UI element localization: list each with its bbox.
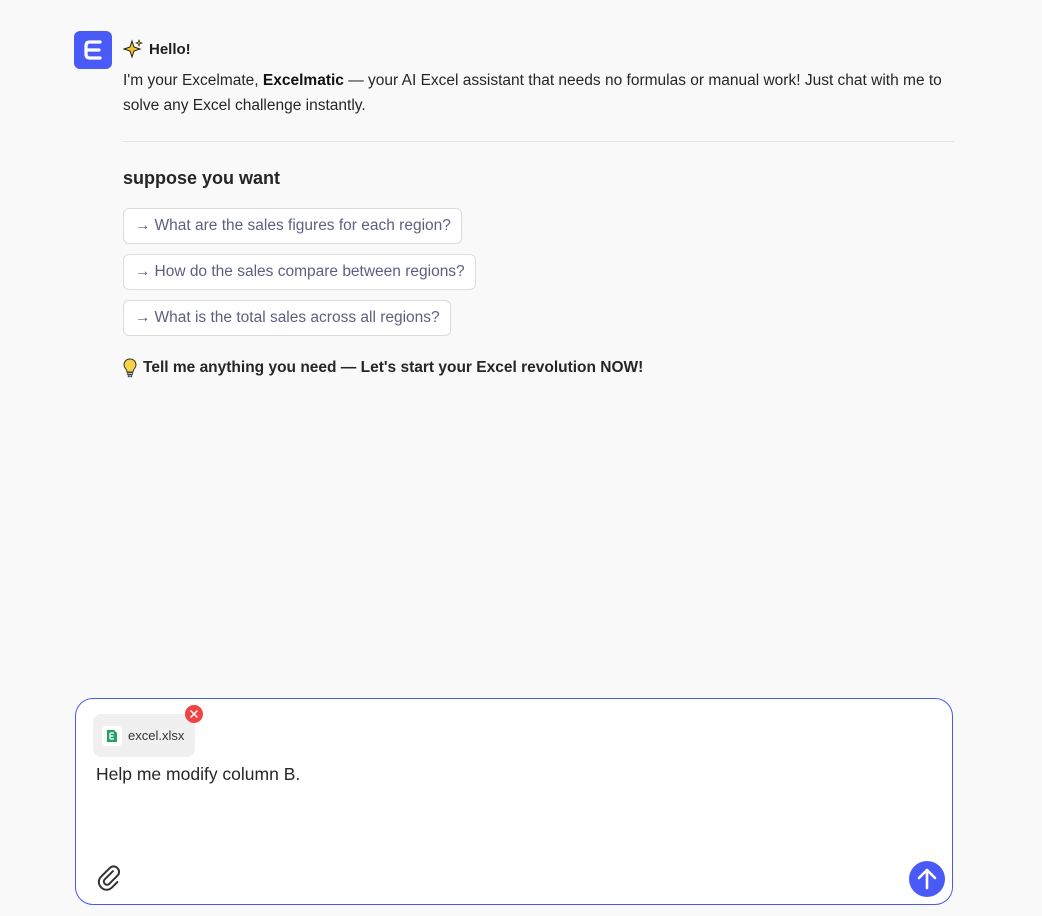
file-name: excel.xlsx [128, 728, 185, 743]
excelmatic-logo [74, 31, 112, 69]
arrow-up-icon [917, 868, 937, 890]
suggestion-chip[interactable]: → What is the total sales across all regi… [123, 300, 451, 336]
chat-composer: excel.xlsx [75, 698, 953, 905]
greeting-text: Hello! [149, 40, 191, 58]
arrow-right-icon: → [135, 263, 151, 280]
attach-file-button[interactable] [94, 864, 124, 894]
intro-brand: Excelmatic [262, 72, 344, 89]
suggestion-list: → What are the sales figures for each reg… [123, 208, 955, 346]
divider [123, 141, 954, 142]
paperclip-icon [97, 865, 121, 891]
suggestion-label: What are the sales figures for each regi… [154, 217, 451, 234]
arrow-right-icon: → [135, 309, 151, 326]
greeting-row: Hello! [123, 38, 955, 60]
suggestion-chip[interactable]: → How do the sales compare between region… [123, 254, 476, 290]
excelmatic-e-logo-icon [84, 40, 102, 60]
assistant-message: Hello! I'm your Excelmate, Excelmatic — … [123, 38, 955, 379]
suggestion-label: What is the total sales across all regio… [154, 309, 440, 326]
message-input[interactable] [96, 764, 896, 785]
remove-attachment-button[interactable] [185, 705, 203, 723]
send-button[interactable] [909, 861, 945, 897]
intro-text: I'm your Excelmate, Excelmatic — your AI… [123, 68, 953, 118]
tip-row: Tell me anything you need — Let's start … [123, 357, 955, 379]
suggestion-label: How do the sales compare between regions… [154, 263, 465, 280]
arrow-right-icon: → [135, 217, 151, 234]
excel-file-icon [102, 725, 122, 746]
sparkles-icon [123, 39, 143, 59]
lightbulb-icon [123, 358, 137, 378]
suggestions-title: suppose you want [123, 168, 281, 188]
attached-file-chip[interactable]: excel.xlsx [93, 714, 195, 757]
tip-text: Tell me anything you need — Let's start … [143, 359, 644, 376]
suggestion-chip[interactable]: → What are the sales figures for each reg… [123, 208, 462, 244]
intro-prefix: I'm your Excelmate, [123, 72, 263, 89]
close-icon [190, 710, 198, 718]
